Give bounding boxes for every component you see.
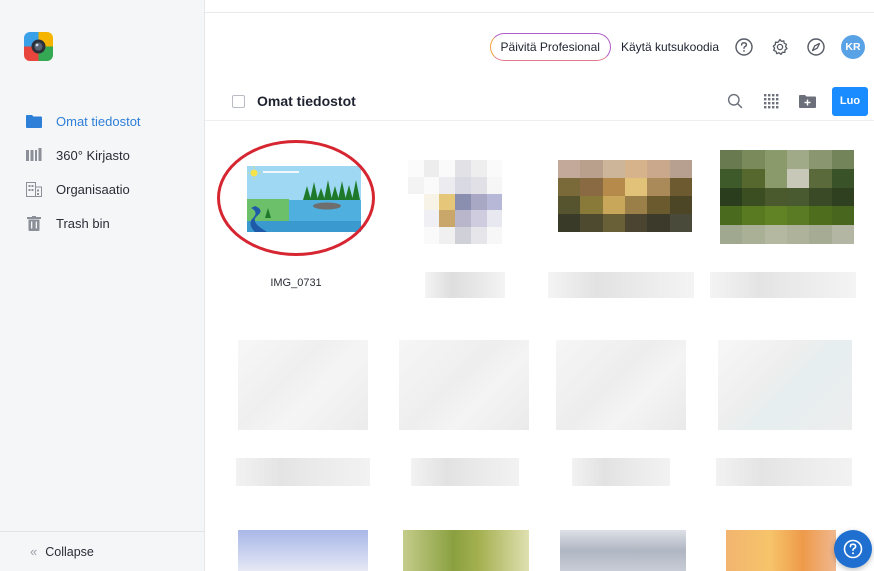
- file-card[interactable]: [391, 340, 537, 490]
- user-avatar[interactable]: KR: [841, 35, 865, 59]
- file-card[interactable]: [230, 530, 376, 571]
- sidebar-item-label: Organisaatio: [56, 181, 130, 197]
- sidebar-item-trash[interactable]: Trash bin: [0, 206, 205, 240]
- file-thumbnail: [558, 160, 692, 232]
- top-bar: Päivitä Profesional Käytä kutsukoodia KR: [489, 31, 874, 63]
- sidebar-item-label: 360° Kirjasto: [56, 147, 130, 163]
- file-card[interactable]: [230, 340, 376, 490]
- file-thumbnail: [399, 340, 529, 430]
- file-card[interactable]: [710, 340, 856, 490]
- file-card[interactable]: [391, 150, 537, 300]
- section-toolbar: Luo: [724, 86, 868, 116]
- file-card[interactable]: [548, 150, 694, 300]
- collapse-label: Collapse: [45, 544, 94, 559]
- folder-icon: [26, 113, 42, 129]
- app-logo-icon[interactable]: [24, 32, 53, 61]
- file-name-blurred: [411, 458, 519, 486]
- sidebar-item-my-files[interactable]: Omat tiedostot: [0, 104, 205, 138]
- new-folder-icon[interactable]: [796, 90, 818, 112]
- file-name-blurred: [236, 458, 370, 486]
- chevron-double-left-icon: «: [30, 544, 38, 559]
- library-icon: [26, 147, 42, 163]
- file-card[interactable]: IMG_0731: [223, 150, 369, 300]
- sidebar-item-label: Omat tiedostot: [56, 113, 141, 129]
- select-all-checkbox[interactable]: [232, 94, 245, 108]
- file-name-blurred: [572, 458, 670, 486]
- section-header: Omat tiedostot Luo: [232, 86, 874, 116]
- file-thumbnail: [718, 340, 852, 430]
- file-thumbnail: [726, 530, 836, 571]
- help-icon: [843, 539, 863, 559]
- settings-icon[interactable]: [769, 36, 791, 58]
- file-card[interactable]: [548, 530, 694, 571]
- sidebar-item-library[interactable]: 360° Kirjasto: [0, 138, 205, 172]
- file-card[interactable]: [391, 530, 537, 571]
- file-name-blurred: [548, 272, 694, 298]
- file-thumbnail: [720, 150, 854, 244]
- file-name-blurred: [716, 458, 852, 486]
- create-button[interactable]: Luo: [832, 86, 868, 116]
- file-thumbnail: [238, 340, 368, 430]
- file-thumbnail: [408, 160, 518, 244]
- sidebar: Omat tiedostot 360° Kirjasto Organisaati…: [0, 0, 205, 571]
- sidebar-nav: Omat tiedostot 360° Kirjasto Organisaati…: [0, 104, 205, 240]
- invite-code-link[interactable]: Käytä kutsukoodia: [621, 40, 719, 54]
- help-icon[interactable]: [733, 36, 755, 58]
- file-thumbnail: [247, 166, 361, 232]
- help-chat-button[interactable]: [834, 530, 872, 568]
- search-icon[interactable]: [724, 90, 746, 112]
- compass-icon[interactable]: [805, 36, 827, 58]
- file-name-blurred: [710, 272, 856, 298]
- file-thumbnail: [556, 340, 686, 430]
- sidebar-item-label: Trash bin: [56, 215, 110, 231]
- collapse-sidebar-button[interactable]: « Collapse: [0, 531, 205, 571]
- file-card[interactable]: [710, 150, 856, 300]
- upgrade-button[interactable]: Päivitä Profesional: [489, 33, 611, 61]
- file-thumbnail: [403, 530, 529, 571]
- page-title: Omat tiedostot: [257, 93, 356, 109]
- top-divider: [205, 12, 874, 13]
- file-name: IMG_0731: [270, 277, 322, 289]
- building-icon: [26, 181, 42, 197]
- file-thumbnail: [238, 530, 368, 571]
- section-divider: [205, 120, 874, 121]
- file-name-blurred: [425, 272, 505, 298]
- trash-icon: [26, 215, 42, 231]
- file-thumbnail: [560, 530, 686, 571]
- sidebar-item-organization[interactable]: Organisaatio: [0, 172, 205, 206]
- file-card[interactable]: [548, 340, 694, 490]
- grid-view-icon[interactable]: [760, 90, 782, 112]
